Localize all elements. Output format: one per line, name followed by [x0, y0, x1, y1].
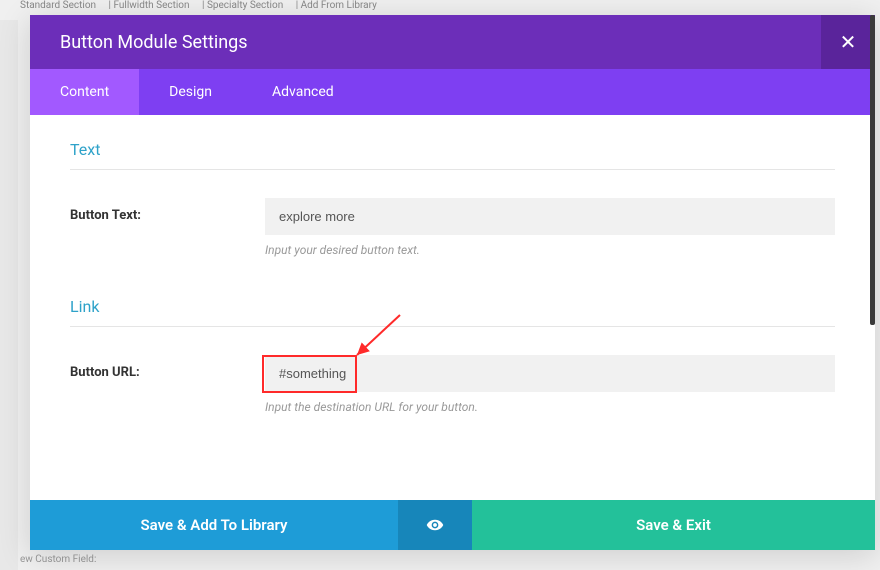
modal-header: Button Module Settings ✕ [30, 15, 875, 69]
background-section-tabs: Standard Section | Fullwidth Section | S… [0, 0, 880, 12]
preview-button[interactable] [398, 500, 472, 550]
tab-advanced[interactable]: Advanced [242, 69, 364, 115]
field-button-text: Button Text: [70, 198, 835, 235]
modal-content: Text Button Text: Input your desired but… [30, 115, 875, 500]
input-button-text[interactable] [265, 198, 835, 235]
modal-footer: Save & Add To Library Save & Exit [30, 500, 875, 550]
input-button-url[interactable] [265, 355, 835, 392]
close-button[interactable]: ✕ [821, 15, 875, 69]
background-bottom-text: ew Custom Field: [0, 550, 880, 570]
label-button-url: Button URL: [70, 355, 265, 392]
tab-design[interactable]: Design [139, 69, 242, 115]
help-button-url: Input the destination URL for your butto… [265, 400, 835, 414]
settings-modal: Button Module Settings ✕ Content Design … [30, 15, 875, 550]
save-add-library-button[interactable]: Save & Add To Library [30, 500, 398, 550]
scrollbar-thumb[interactable] [870, 15, 875, 325]
field-button-url: Button URL: [70, 355, 835, 392]
save-exit-button[interactable]: Save & Exit [472, 500, 875, 550]
section-title-link: Link [70, 297, 835, 327]
tab-content[interactable]: Content [30, 69, 139, 115]
background-left-panel [0, 20, 18, 570]
help-button-text: Input your desired button text. [265, 243, 835, 257]
tabs-bar: Content Design Advanced [30, 69, 875, 115]
close-icon: ✕ [840, 30, 857, 54]
label-button-text: Button Text: [70, 198, 265, 235]
section-title-text: Text [70, 140, 835, 170]
eye-icon [426, 516, 444, 534]
modal-title: Button Module Settings [30, 32, 821, 53]
